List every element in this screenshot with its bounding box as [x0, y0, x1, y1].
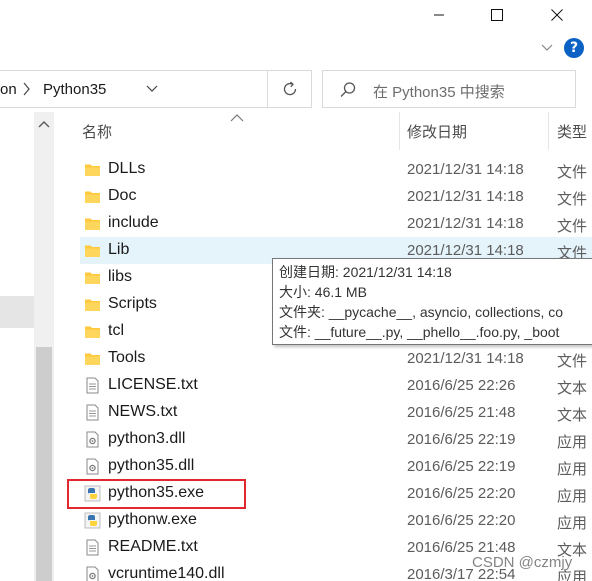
file-row-dlls[interactable]: DLLs 2021/12/31 14:18 文件 [80, 156, 592, 183]
file-name: Scripts [108, 295, 157, 312]
chevron-right-icon[interactable] [23, 82, 31, 96]
text-file-icon [84, 539, 101, 556]
close-button[interactable] [534, 0, 580, 30]
folder-info-tooltip: 创建日期: 2021/12/31 14:18 大小: 46.1 MB 文件夹: … [272, 258, 592, 345]
file-name: libs [108, 268, 133, 285]
navigation-selected-item[interactable] [0, 296, 34, 328]
tooltip-folders: 文件夹: __pycache__, asyncio, collections, … [279, 304, 564, 320]
search-icon [340, 82, 356, 97]
tooltip-files: 文件: __future__.py, __phello__.foo.py, _b… [279, 324, 560, 340]
file-name: vcruntime140.dll [108, 565, 225, 581]
sort-ascending-icon [230, 114, 244, 122]
file-type: 应用 [557, 515, 588, 532]
file-row-python35-dll[interactable]: python35.dll 2016/6/25 22:19 应用 [80, 453, 592, 480]
file-type: 文件 [557, 218, 588, 235]
file-date: 2021/12/31 14:18 [407, 242, 524, 259]
file-type: 应用 [557, 461, 588, 478]
file-name: LICENSE.txt [108, 376, 198, 393]
folder-icon [84, 215, 101, 232]
file-type: 文本 [557, 380, 588, 397]
file-date: 2016/6/25 22:19 [407, 458, 516, 475]
file-type: 文件 [557, 191, 588, 208]
maximize-button[interactable] [474, 0, 520, 30]
help-button[interactable]: ? [564, 38, 584, 58]
dll-file-icon [84, 566, 101, 581]
column-header-type[interactable]: 类型 [557, 112, 592, 150]
file-date: 2021/12/31 14:18 [407, 215, 524, 232]
file-name: python35.dll [108, 457, 195, 474]
address-bar[interactable]: on Python35 [0, 70, 268, 108]
file-row-license-txt[interactable]: LICENSE.txt 2016/6/25 22:26 文本 [80, 372, 592, 399]
close-icon [551, 9, 563, 21]
refresh-icon [283, 81, 296, 96]
folder-icon [84, 242, 101, 259]
file-type: 文本 [557, 407, 588, 424]
search-placeholder[interactable]: 在 Python35 中搜索 [373, 81, 505, 102]
file-name: python3.dll [108, 430, 186, 447]
file-name: include [108, 214, 159, 231]
minimize-icon [434, 14, 444, 16]
file-type: 应用 [557, 434, 588, 451]
folder-icon [84, 269, 101, 286]
text-file-icon [84, 404, 101, 421]
file-type: 文件 [557, 164, 588, 181]
file-name: DLLs [108, 160, 146, 177]
folder-icon [84, 323, 101, 340]
search-box[interactable]: 在 Python35 中搜索 [322, 70, 576, 108]
file-row-pythonw-exe[interactable]: pythonw.exe 2016/6/25 22:20 应用 [80, 507, 592, 534]
file-date: 2016/6/25 22:20 [407, 512, 516, 529]
file-type: 应用 [557, 488, 588, 505]
file-name: Lib [108, 241, 130, 258]
file-row-news-txt[interactable]: NEWS.txt 2016/6/25 21:48 文本 [80, 399, 592, 426]
file-date: 2021/12/31 14:18 [407, 350, 524, 367]
file-name: NEWS.txt [108, 403, 178, 420]
folder-icon [84, 188, 101, 205]
navigation-scrollbar[interactable] [34, 112, 54, 581]
scroll-up-arrow-icon[interactable] [38, 120, 50, 128]
maximize-icon [491, 9, 503, 21]
file-row-tools[interactable]: Tools 2021/12/31 14:18 文件 [80, 345, 592, 372]
file-date: 2021/12/31 14:18 [407, 161, 524, 178]
scrollbar-thumb[interactable] [36, 347, 52, 581]
file-row-python3-dll[interactable]: python3.dll 2016/6/25 22:19 应用 [80, 426, 592, 453]
watermark: CSDN @czmjy [472, 554, 573, 571]
file-type: 文件 [557, 353, 588, 370]
column-type-label: 类型 [557, 123, 588, 141]
column-divider[interactable] [399, 112, 400, 150]
file-name: Tools [108, 349, 146, 366]
file-date: 2016/6/25 21:48 [407, 404, 516, 421]
breadcrumb-previous[interactable]: on [0, 81, 17, 98]
column-divider[interactable] [548, 112, 549, 150]
file-date: 2016/6/25 22:26 [407, 377, 516, 394]
python-exe-icon [84, 512, 101, 529]
column-date-label: 修改日期 [407, 123, 468, 141]
file-name: Doc [108, 187, 137, 204]
expand-ribbon-button[interactable] [538, 38, 556, 58]
file-row-doc[interactable]: Doc 2021/12/31 14:18 文件 [80, 183, 592, 210]
breadcrumb-current[interactable]: Python35 [43, 81, 106, 98]
file-date: 2016/6/25 22:20 [407, 485, 516, 502]
folder-icon [84, 350, 101, 367]
column-header-date[interactable]: 修改日期 [407, 112, 547, 150]
folder-icon [84, 161, 101, 178]
folder-icon [84, 296, 101, 313]
file-name: README.txt [108, 538, 198, 555]
highlight-annotation [67, 479, 246, 509]
file-date: 2016/6/25 22:19 [407, 431, 516, 448]
chevron-down-icon[interactable] [146, 85, 158, 93]
tooltip-size: 大小: 46.1 MB [279, 284, 367, 300]
column-name-label: 名称 [82, 123, 113, 141]
file-name: tcl [108, 322, 124, 339]
dll-file-icon [84, 431, 101, 448]
file-row-include[interactable]: include 2021/12/31 14:18 文件 [80, 210, 592, 237]
file-date: 2021/12/31 14:18 [407, 188, 524, 205]
text-file-icon [84, 377, 101, 394]
file-name: pythonw.exe [108, 511, 197, 528]
chevron-down-icon [541, 44, 553, 51]
refresh-button[interactable] [268, 70, 312, 108]
help-label: ? [569, 40, 579, 56]
minimize-button[interactable] [416, 0, 462, 30]
dll-file-icon [84, 458, 101, 475]
tooltip-created: 创建日期: 2021/12/31 14:18 [279, 264, 452, 280]
